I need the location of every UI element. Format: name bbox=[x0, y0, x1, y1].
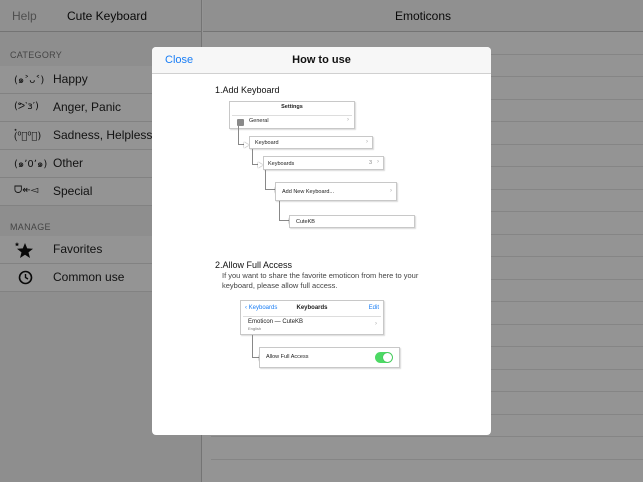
step2-description: If you want to share the favorite emotic… bbox=[222, 271, 419, 290]
keyboards-row-illustration: Keyboards 3 › bbox=[263, 156, 384, 170]
cutekb-row-illustration: CuteKB bbox=[289, 215, 415, 228]
modal-title: How to use bbox=[292, 54, 351, 66]
full-access-toggle bbox=[375, 352, 393, 363]
step2-title: 2.Allow Full Access bbox=[215, 260, 293, 270]
emoticon-keyboard-language: English bbox=[248, 326, 262, 331]
general-label: General bbox=[249, 118, 269, 124]
connector-line bbox=[279, 201, 289, 221]
step1-title: 1.Add Keyboard bbox=[215, 85, 280, 95]
keyboards-count: 3 bbox=[368, 160, 372, 166]
keyboards-label: Keyboards bbox=[268, 161, 295, 167]
chevron-right-icon: › bbox=[375, 321, 377, 327]
chevron-right-icon: › bbox=[377, 159, 379, 165]
connector-line bbox=[265, 170, 275, 190]
chevron-right-icon: › bbox=[366, 139, 368, 145]
full-access-illustration: Allow Full Access bbox=[259, 347, 400, 368]
keyboards-title: Keyboards bbox=[296, 305, 328, 311]
cutekb-label: CuteKB bbox=[296, 219, 315, 225]
chevron-right-icon: › bbox=[347, 117, 349, 123]
chevron-right-icon: › bbox=[390, 188, 392, 194]
keyboard-label: Keyboard bbox=[255, 140, 279, 146]
add-new-keyboard-label: Add New Keyboard... bbox=[282, 189, 334, 195]
settings-general-row: General › bbox=[232, 115, 352, 127]
modal-header: Close How to use bbox=[152, 47, 491, 74]
settings-title: Settings bbox=[281, 104, 303, 110]
keyboards-edit-label: Edit bbox=[368, 305, 379, 311]
how-to-use-modal: Close How to use 1.Add Keyboard Settings… bbox=[152, 47, 491, 435]
toggle-knob bbox=[383, 353, 392, 362]
keyboards-settings-illustration: ‹ Keyboards Keyboards Edit Emoticon — Cu… bbox=[240, 300, 384, 335]
gear-icon bbox=[237, 119, 244, 126]
emoticon-keyboard-label: Emoticon — CuteKB bbox=[248, 319, 304, 325]
add-new-keyboard-illustration: Add New Keyboard... › bbox=[275, 182, 397, 201]
keyboard-row-illustration: Keyboard › bbox=[249, 136, 373, 149]
settings-illustration: Settings General › bbox=[229, 101, 355, 129]
full-access-label: Allow Full Access bbox=[266, 354, 309, 360]
emoticon-keyboard-row: Emoticon — CuteKB English › bbox=[243, 316, 381, 333]
